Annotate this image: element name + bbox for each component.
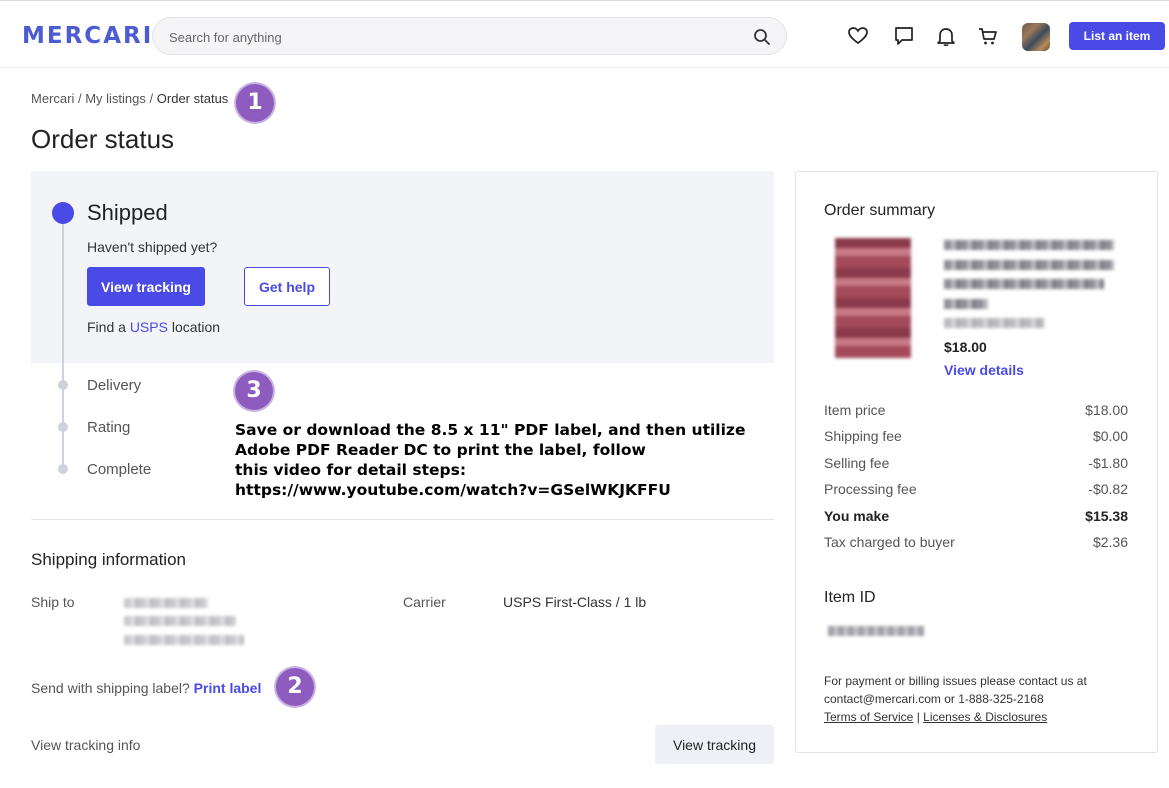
fee-label: Shipping fee	[824, 428, 902, 444]
step-delivery: Delivery	[87, 377, 142, 394]
fee-label: You make	[824, 508, 890, 524]
top-header: MERCARI List an item	[0, 0, 1169, 68]
item-id-title: Item ID	[824, 589, 876, 606]
not-shipped-text: Haven't shipped yet?	[87, 239, 218, 255]
bell-icon[interactable]	[935, 25, 957, 47]
terms-of-service-link[interactable]: Terms of Service	[824, 710, 913, 724]
find-suffix: location	[171, 319, 221, 335]
get-help-button[interactable]: Get help	[244, 267, 330, 306]
send-label-prefix: Send with shipping label?	[31, 680, 190, 696]
item-name-redacted	[944, 299, 988, 309]
breadcrumb-separator: /	[77, 91, 82, 106]
annotation-note: Save or download the 8.5 x 11" PDF label…	[235, 420, 755, 500]
annotation-badge-1: 1	[236, 84, 274, 122]
shipping-info-title: Shipping information	[31, 550, 186, 569]
ship-to-street-redacted	[124, 616, 236, 626]
fee-label: Item price	[824, 402, 886, 418]
fee-value: $15.38	[1085, 508, 1128, 524]
timeline-dot-active	[52, 202, 74, 224]
breadcrumb-separator: /	[149, 91, 154, 106]
fee-row-tax: Tax charged to buyer $2.36	[824, 534, 1128, 552]
fee-value: $2.36	[1092, 534, 1128, 550]
messages-icon[interactable]	[893, 25, 915, 47]
mercari-logo[interactable]: MERCARI	[22, 23, 153, 49]
fee-row-selling: Selling fee -$1.80	[824, 455, 1128, 473]
carrier-label: Carrier	[403, 594, 446, 610]
page-title: Order status	[31, 124, 175, 154]
billing-contact: contact@mercari.com or 1-888-325-2168	[824, 692, 1044, 706]
item-meta-redacted	[944, 318, 1044, 328]
breadcrumb: Mercari / My listings / Order status	[31, 91, 228, 106]
item-price: $18.00	[944, 339, 987, 355]
send-with-label: Send with shipping label? Print label	[31, 680, 261, 696]
fee-label: Selling fee	[824, 455, 890, 471]
search-bar	[152, 17, 787, 55]
ship-to-city-redacted	[124, 635, 244, 645]
breadcrumb-my-listings[interactable]: My listings	[85, 91, 146, 106]
step-shipped: Shipped	[87, 200, 168, 225]
item-name-redacted	[944, 240, 1114, 250]
fee-row-processing: Processing fee -$0.82	[824, 481, 1128, 499]
timeline-dot-complete	[58, 464, 68, 474]
annotation-url: https://www.youtube.com/watch?v=GSelWKJK…	[235, 481, 671, 499]
billing-text: For payment or billing issues please con…	[824, 674, 1087, 688]
find-usps-location: Find a USPS location	[87, 319, 220, 335]
heart-icon[interactable]	[847, 25, 869, 47]
tracking-info-label: View tracking info	[31, 737, 141, 753]
licenses-disclosures-link[interactable]: Licenses & Disclosures	[923, 710, 1047, 724]
item-thumbnail[interactable]	[835, 238, 911, 358]
annotation-line: this video for detail steps:	[235, 461, 467, 479]
fee-value: $0.00	[1092, 428, 1128, 444]
search-input[interactable]	[169, 27, 729, 47]
usps-link[interactable]: USPS	[130, 319, 168, 335]
item-name-redacted	[944, 260, 1114, 270]
fee-row-item-price: Item price $18.00	[824, 402, 1128, 420]
fee-label: Tax charged to buyer	[824, 534, 955, 550]
annotation-line: Save or download the 8.5 x 11" PDF label…	[235, 421, 746, 439]
step-rating: Rating	[87, 419, 131, 436]
user-avatar[interactable]	[1022, 23, 1050, 51]
billing-info: For payment or billing issues please con…	[824, 672, 1144, 726]
fee-value: $18.00	[1085, 402, 1128, 418]
section-divider	[31, 519, 774, 520]
breadcrumb-mercari[interactable]: Mercari	[31, 91, 74, 106]
print-label-link[interactable]: Print label	[194, 680, 262, 696]
fee-value: -$1.80	[1088, 455, 1128, 471]
timeline-dot-rating	[58, 422, 68, 432]
timeline-dot-delivery	[58, 380, 68, 390]
links-separator: |	[916, 710, 920, 724]
breadcrumb-current: Order status	[156, 91, 229, 106]
fee-row-you-make: You make $15.38	[824, 508, 1128, 526]
fee-row-shipping: Shipping fee $0.00	[824, 428, 1128, 446]
fee-value: -$0.82	[1088, 481, 1128, 497]
ship-to-label: Ship to	[31, 594, 75, 610]
item-name-redacted	[944, 279, 1104, 289]
view-details-link[interactable]: View details	[944, 362, 1024, 378]
order-summary-title: Order summary	[824, 202, 936, 219]
fee-label: Processing fee	[824, 481, 917, 497]
step-complete: Complete	[87, 461, 152, 478]
annotation-badge-3: 3	[235, 372, 273, 410]
cart-icon[interactable]	[977, 25, 999, 47]
annotation-badge-2: 2	[276, 668, 314, 706]
find-prefix: Find a	[87, 319, 126, 335]
search-icon[interactable]	[752, 27, 772, 47]
list-item-button[interactable]: List an item	[1069, 22, 1165, 50]
item-id-redacted	[828, 626, 924, 636]
ship-to-name-redacted	[124, 598, 208, 608]
view-tracking-secondary-button[interactable]: View tracking	[655, 725, 774, 764]
annotation-line: Adobe PDF Reader DC to print the label, …	[235, 441, 646, 459]
view-tracking-button[interactable]: View tracking	[87, 267, 205, 306]
carrier-value: USPS First-Class / 1 lb	[503, 594, 647, 610]
